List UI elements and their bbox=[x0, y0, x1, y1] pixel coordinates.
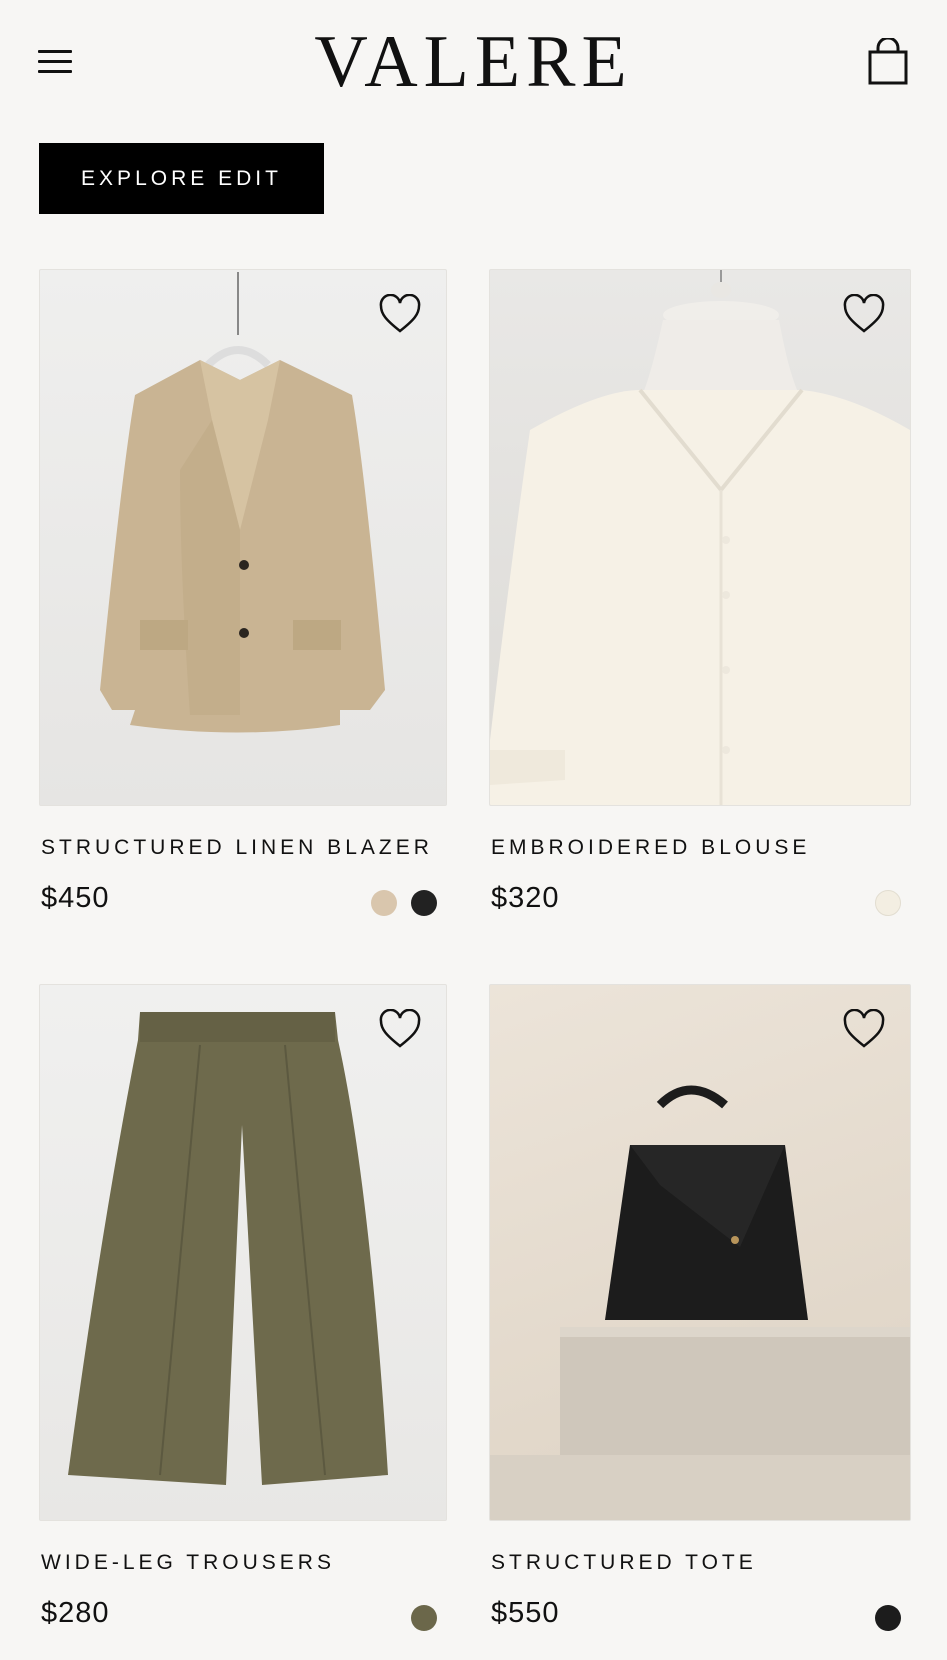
explore-edit-button[interactable]: EXPLORE EDIT bbox=[39, 143, 324, 214]
favorite-heart-icon[interactable] bbox=[378, 293, 422, 334]
color-swatch-ivory[interactable] bbox=[875, 890, 901, 916]
color-swatch-olive[interactable] bbox=[411, 1605, 437, 1631]
product-name[interactable]: STRUCTURED TOTE bbox=[491, 1551, 911, 1575]
color-swatch-black[interactable] bbox=[411, 890, 437, 916]
product-listing-page: VALERE EXPLORE EDIT STRUCTURED LINEN BLA… bbox=[0, 0, 947, 1660]
brand-logo[interactable]: VALERE bbox=[0, 24, 947, 100]
product-price: $320 bbox=[491, 882, 560, 914]
product-image-blouse[interactable] bbox=[489, 269, 911, 806]
header: VALERE bbox=[0, 0, 947, 125]
product-card[interactable]: EMBROIDERED BLOUSE $320 bbox=[489, 269, 911, 918]
product-image-tote[interactable] bbox=[489, 984, 911, 1521]
favorite-heart-icon[interactable] bbox=[842, 1008, 886, 1049]
product-card[interactable]: STRUCTURED LINEN BLAZER $450 bbox=[39, 269, 447, 918]
favorite-heart-icon[interactable] bbox=[378, 1008, 422, 1049]
product-name[interactable]: EMBROIDERED BLOUSE bbox=[491, 836, 911, 860]
product-price: $450 bbox=[41, 882, 110, 914]
product-name[interactable]: WIDE-LEG TROUSERS bbox=[41, 1551, 447, 1575]
color-swatch-beige[interactable] bbox=[371, 890, 397, 916]
product-price: $280 bbox=[41, 1597, 110, 1629]
shopping-bag-icon[interactable] bbox=[867, 36, 909, 86]
product-image-trousers[interactable] bbox=[39, 984, 447, 1521]
product-image-blazer[interactable] bbox=[39, 269, 447, 806]
product-card[interactable]: WIDE-LEG TROUSERS $280 bbox=[39, 984, 447, 1633]
product-name[interactable]: STRUCTURED LINEN BLAZER bbox=[41, 836, 447, 860]
product-price: $550 bbox=[491, 1597, 560, 1629]
product-card[interactable]: STRUCTURED TOTE $550 bbox=[489, 984, 911, 1633]
favorite-heart-icon[interactable] bbox=[842, 293, 886, 334]
color-swatch-black[interactable] bbox=[875, 1605, 901, 1631]
